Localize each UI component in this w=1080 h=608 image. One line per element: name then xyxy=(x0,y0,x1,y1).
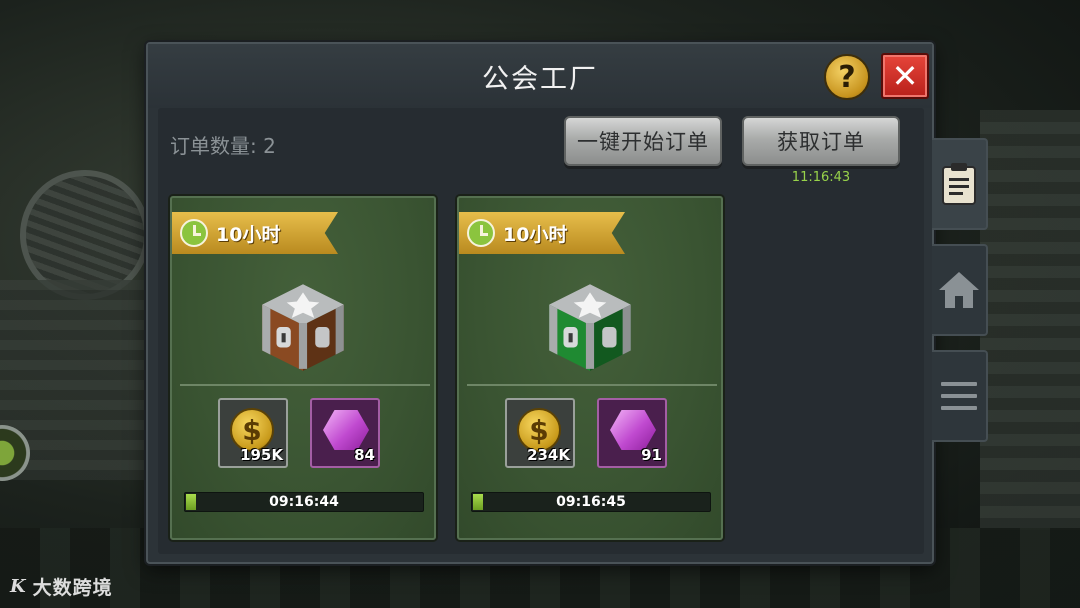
fetch-orders-button[interactable]: 获取订单 xyxy=(742,116,900,166)
alarm-clock-icon xyxy=(467,219,495,247)
card-divider xyxy=(180,384,430,386)
order-progress-bar: 09:16:44 xyxy=(184,492,424,512)
duration-label: 10小时 xyxy=(503,223,568,246)
card-divider xyxy=(467,384,717,386)
duration-label: 10小时 xyxy=(216,223,281,246)
gold-reward[interactable]: $ 234K xyxy=(505,398,575,468)
duration-ribbon: 10小时 xyxy=(172,212,338,254)
treasure-chest-icon xyxy=(549,284,631,371)
order-card[interactable]: 10小时 $ 234K 91 09:16:45 xyxy=(457,196,723,540)
guild-factory-panel: 公会工厂 ? ✕ 订单数量: 2 一键开始订单 获取订单 11:16:43 10… xyxy=(146,42,934,564)
gem-amount: 91 xyxy=(641,446,662,464)
background-building-right xyxy=(980,110,1080,530)
purple-gem-icon xyxy=(323,410,369,450)
watermark-logo: K xyxy=(10,576,27,597)
panel-title: 公会工厂 xyxy=(148,44,932,108)
tab-menu[interactable] xyxy=(932,350,988,442)
clipboard-icon xyxy=(942,163,976,205)
menu-icon xyxy=(941,382,977,410)
tab-orders[interactable] xyxy=(932,138,988,230)
alarm-clock-icon xyxy=(180,219,208,247)
gold-reward[interactable]: $ 195K xyxy=(218,398,288,468)
order-timer: 09:16:44 xyxy=(269,494,339,510)
watermark: K 大数跨境 xyxy=(10,573,113,600)
order-card[interactable]: 10小时 $ 195K 84 09:16:44 xyxy=(170,196,436,540)
gold-amount: 234K xyxy=(527,446,570,464)
gem-amount: 84 xyxy=(354,446,375,464)
gold-amount: 195K xyxy=(240,446,283,464)
gem-reward[interactable]: 84 xyxy=(310,398,380,468)
tab-home[interactable] xyxy=(932,244,988,336)
close-button[interactable]: ✕ xyxy=(881,53,929,99)
help-button[interactable]: ? xyxy=(824,54,870,100)
watermark-text: 大数跨境 xyxy=(32,577,113,599)
purple-gem-icon xyxy=(610,410,656,450)
duration-ribbon: 10小时 xyxy=(459,212,625,254)
start-all-orders-button[interactable]: 一键开始订单 xyxy=(564,116,722,166)
treasure-chest-icon xyxy=(262,284,344,371)
order-progress-bar: 09:16:45 xyxy=(471,492,711,512)
fetch-orders-timer: 11:16:43 xyxy=(791,170,851,185)
order-count-label: 订单数量: 2 xyxy=(170,134,276,158)
order-timer: 09:16:45 xyxy=(556,494,626,510)
gem-reward[interactable]: 91 xyxy=(597,398,667,468)
home-icon xyxy=(939,272,979,308)
